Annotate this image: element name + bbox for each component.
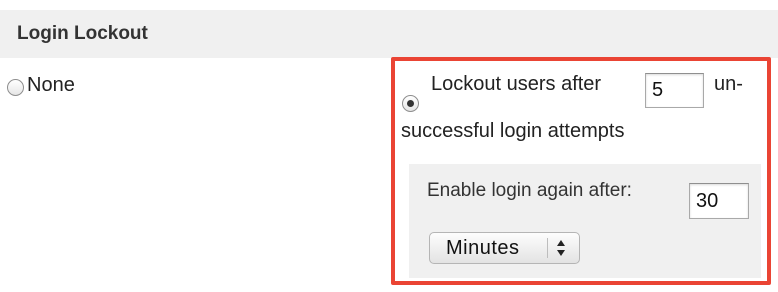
section-header: Login Lockout bbox=[0, 10, 778, 58]
enable-login-label: Enable login again after: bbox=[427, 180, 632, 201]
select-divider bbox=[547, 238, 548, 258]
up-down-chevron-icon bbox=[557, 240, 565, 256]
section-title: Login Lockout bbox=[17, 23, 148, 44]
none-label: None bbox=[27, 74, 75, 96]
attempts-input[interactable] bbox=[645, 73, 704, 108]
lockout-radio[interactable] bbox=[402, 95, 419, 112]
lockout-suffix-label: un- bbox=[714, 73, 743, 95]
lockout-suffix-label-continued: successful login attempts bbox=[401, 120, 625, 142]
lockout-prefix-label: Lockout users after bbox=[431, 73, 602, 95]
time-unit-value: Minutes bbox=[446, 237, 520, 259]
none-radio[interactable] bbox=[7, 79, 24, 96]
enable-login-duration-input[interactable] bbox=[689, 183, 749, 219]
time-unit-select[interactable]: Minutes bbox=[429, 232, 580, 264]
